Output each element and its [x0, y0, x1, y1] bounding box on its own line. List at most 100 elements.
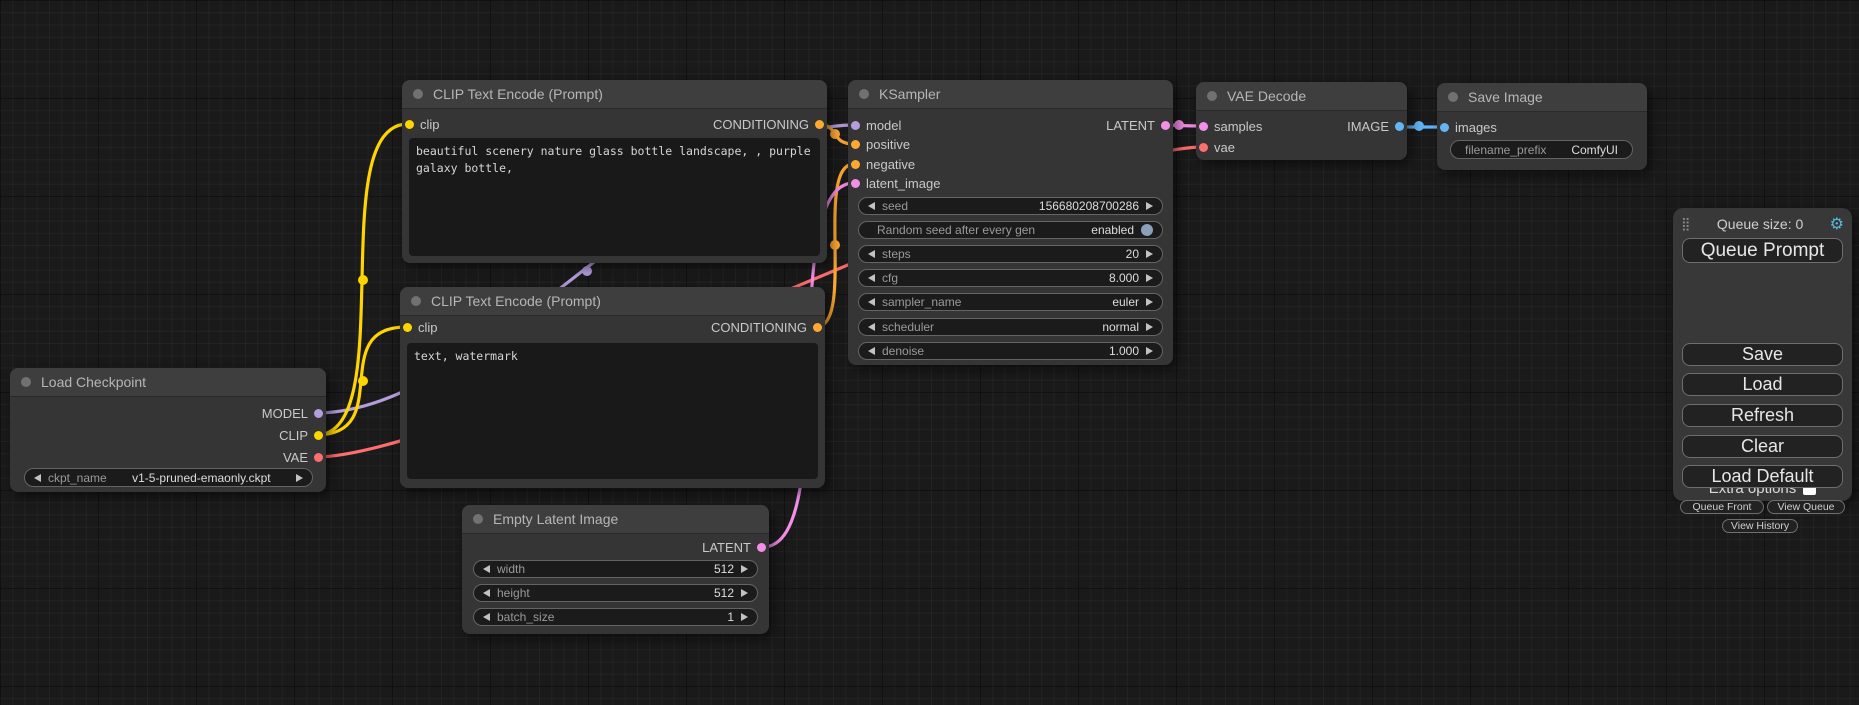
- node-header[interactable]: Load Checkpoint: [10, 368, 326, 397]
- node-load-checkpoint[interactable]: Load Checkpoint MODEL CLIP VAE ckpt_name…: [10, 368, 326, 492]
- input-clip[interactable]: clip: [405, 115, 440, 133]
- widget-ckpt-name[interactable]: ckpt_name v1-5-pruned-emaonly.ckpt: [24, 468, 313, 487]
- decrement-arrow-icon[interactable]: [868, 347, 875, 355]
- node-header[interactable]: KSampler: [848, 80, 1173, 109]
- conditioning-port-icon[interactable]: [815, 120, 824, 129]
- widget-cfg[interactable]: cfg 8.000: [858, 269, 1163, 287]
- collapse-dot-icon[interactable]: [1448, 92, 1458, 102]
- input-latent-image[interactable]: latent_image: [851, 174, 940, 192]
- latent-port-icon[interactable]: [1161, 121, 1170, 130]
- collapse-dot-icon[interactable]: [473, 514, 483, 524]
- decrement-arrow-icon[interactable]: [868, 250, 875, 258]
- latent-port-icon[interactable]: [1199, 122, 1208, 131]
- node-clip-text-encode-positive[interactable]: CLIP Text Encode (Prompt) clip CONDITION…: [402, 80, 827, 263]
- input-model[interactable]: model: [851, 116, 901, 134]
- widget-seed[interactable]: seed 156680208700286: [858, 197, 1163, 215]
- collapse-dot-icon[interactable]: [1207, 91, 1217, 101]
- output-latent[interactable]: LATENT: [1106, 116, 1170, 134]
- decrement-arrow-icon[interactable]: [483, 589, 490, 597]
- node-empty-latent-image[interactable]: Empty Latent Image LATENT width 512 heig…: [462, 505, 769, 634]
- node-ksampler[interactable]: KSampler model positive negative latent_…: [848, 80, 1173, 365]
- node-header[interactable]: Empty Latent Image: [462, 505, 769, 534]
- increment-arrow-icon[interactable]: [296, 474, 303, 482]
- model-port-icon[interactable]: [314, 409, 323, 418]
- node-header[interactable]: CLIP Text Encode (Prompt): [400, 287, 825, 316]
- decrement-arrow-icon[interactable]: [483, 565, 490, 573]
- widget-filename-prefix[interactable]: filename_prefix ComfyUI: [1450, 140, 1633, 159]
- node-save-image[interactable]: Save Image images filename_prefix ComfyU…: [1437, 83, 1647, 170]
- widget-random-seed[interactable]: Random seed after every gen enabled: [858, 221, 1163, 239]
- drag-handle-icon[interactable]: ⣿: [1681, 218, 1691, 231]
- output-conditioning[interactable]: CONDITIONING: [713, 115, 824, 133]
- prompt-textarea[interactable]: beautiful scenery nature glass bottle la…: [409, 138, 820, 256]
- widget-scheduler[interactable]: scheduler normal: [858, 318, 1163, 336]
- vae-port-icon[interactable]: [314, 453, 323, 462]
- conditioning-port-icon[interactable]: [851, 140, 860, 149]
- settings-gear-icon[interactable]: ⚙: [1830, 216, 1844, 232]
- output-model[interactable]: MODEL: [262, 404, 323, 422]
- increment-arrow-icon[interactable]: [1146, 274, 1153, 282]
- load-button[interactable]: Load: [1682, 373, 1843, 396]
- comfyui-canvas[interactable]: Load Checkpoint MODEL CLIP VAE ckpt_name…: [0, 0, 1859, 705]
- widget-sampler-name[interactable]: sampler_name euler: [858, 293, 1163, 311]
- conditioning-port-icon[interactable]: [813, 323, 822, 332]
- image-port-icon[interactable]: [1440, 123, 1449, 132]
- input-samples[interactable]: samples: [1199, 117, 1262, 135]
- increment-arrow-icon[interactable]: [741, 589, 748, 597]
- latent-port-icon[interactable]: [851, 179, 860, 188]
- collapse-dot-icon[interactable]: [859, 89, 869, 99]
- prompt-textarea[interactable]: text, watermark: [407, 343, 818, 479]
- collapse-dot-icon[interactable]: [21, 377, 31, 387]
- widget-batch-size[interactable]: batch_size 1: [473, 608, 758, 626]
- widget-steps[interactable]: steps 20: [858, 245, 1163, 263]
- image-port-icon[interactable]: [1395, 122, 1404, 131]
- conditioning-port-icon[interactable]: [851, 160, 860, 169]
- input-negative[interactable]: negative: [851, 155, 915, 173]
- decrement-arrow-icon[interactable]: [868, 274, 875, 282]
- output-vae[interactable]: VAE: [283, 448, 323, 466]
- vae-port-icon[interactable]: [1199, 143, 1208, 152]
- output-latent[interactable]: LATENT: [702, 538, 766, 556]
- input-clip[interactable]: clip: [403, 318, 438, 336]
- queue-prompt-button[interactable]: Queue Prompt: [1682, 238, 1843, 263]
- decrement-arrow-icon[interactable]: [868, 298, 875, 306]
- load-default-button[interactable]: Load Default: [1682, 465, 1843, 488]
- output-conditioning[interactable]: CONDITIONING: [711, 318, 822, 336]
- random-seed-toggle-icon[interactable]: [1141, 224, 1153, 236]
- increment-arrow-icon[interactable]: [741, 565, 748, 573]
- increment-arrow-icon[interactable]: [1146, 250, 1153, 258]
- clip-port-icon[interactable]: [403, 323, 412, 332]
- save-button[interactable]: Save: [1682, 343, 1843, 366]
- refresh-button[interactable]: Refresh: [1682, 404, 1843, 427]
- node-vae-decode[interactable]: VAE Decode samples vae IMAGE: [1196, 82, 1407, 160]
- node-header[interactable]: Save Image: [1437, 83, 1647, 112]
- output-image[interactable]: IMAGE: [1347, 117, 1404, 135]
- node-header[interactable]: CLIP Text Encode (Prompt): [402, 80, 827, 109]
- input-images[interactable]: images: [1440, 118, 1497, 136]
- widget-height[interactable]: height 512: [473, 584, 758, 602]
- increment-arrow-icon[interactable]: [1146, 298, 1153, 306]
- output-clip[interactable]: CLIP: [279, 426, 323, 444]
- queue-front-button[interactable]: Queue Front: [1680, 500, 1764, 514]
- clip-port-icon[interactable]: [314, 431, 323, 440]
- collapse-dot-icon[interactable]: [413, 89, 423, 99]
- clip-port-icon[interactable]: [405, 120, 414, 129]
- node-clip-text-encode-negative[interactable]: CLIP Text Encode (Prompt) clip CONDITION…: [400, 287, 825, 488]
- input-vae[interactable]: vae: [1199, 138, 1235, 156]
- node-header[interactable]: VAE Decode: [1196, 82, 1407, 111]
- decrement-arrow-icon[interactable]: [868, 323, 875, 331]
- model-port-icon[interactable]: [851, 121, 860, 130]
- view-queue-button[interactable]: View Queue: [1767, 500, 1845, 514]
- decrement-arrow-icon[interactable]: [868, 202, 875, 210]
- view-history-button[interactable]: View History: [1722, 519, 1798, 533]
- decrement-arrow-icon[interactable]: [34, 474, 41, 482]
- input-positive[interactable]: positive: [851, 135, 910, 153]
- increment-arrow-icon[interactable]: [1146, 347, 1153, 355]
- increment-arrow-icon[interactable]: [741, 613, 748, 621]
- collapse-dot-icon[interactable]: [411, 296, 421, 306]
- widget-width[interactable]: width 512: [473, 560, 758, 578]
- increment-arrow-icon[interactable]: [1146, 202, 1153, 210]
- widget-denoise[interactable]: denoise 1.000: [858, 342, 1163, 360]
- increment-arrow-icon[interactable]: [1146, 323, 1153, 331]
- decrement-arrow-icon[interactable]: [483, 613, 490, 621]
